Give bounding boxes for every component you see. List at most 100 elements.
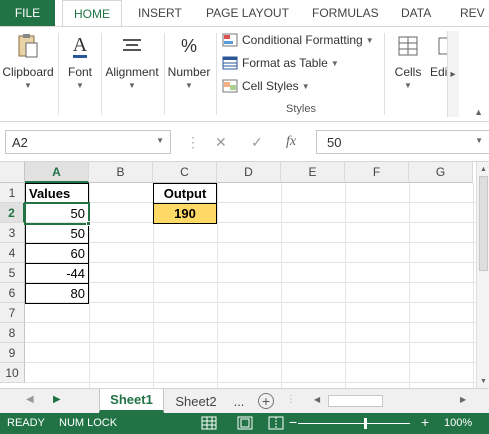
row-header-9[interactable]: 9 [0,343,25,363]
column-header-d[interactable]: D [217,162,281,183]
zoom-in-icon[interactable]: + [421,414,429,430]
row-header-6[interactable]: 6 [0,283,25,303]
cell-a4[interactable]: 60 [25,243,89,264]
font-label: Font [67,65,92,79]
row-header-7[interactable]: 7 [0,303,25,323]
sheet-tab-bar: ◀ ▶ Sheet1 Sheet2 ... + ⋮ ◀ ▶ [0,388,489,413]
ribbon-tab-bar: FILE HOME INSERT PAGE LAYOUT FORMULAS DA… [0,0,489,27]
cell-a1[interactable]: Values [25,183,89,204]
sheet-tab-sheet2[interactable]: Sheet2 [168,389,224,413]
row-header-3[interactable]: 3 [0,223,25,243]
tab-review[interactable]: REV [460,0,485,26]
clipboard-icon [13,31,43,61]
cell-styles-button[interactable]: Cell Styles ▼ [222,79,310,93]
cells-label: Cells [394,65,422,79]
cell-a2[interactable]: 50 [25,203,89,224]
name-box[interactable]: A2 ▼ [5,130,171,154]
row-header-10[interactable]: 10 [0,363,25,383]
scroll-right-icon[interactable]: ▶ [460,395,466,404]
tab-insert[interactable]: INSERT [138,0,182,26]
zoom-out-icon[interactable]: − [289,414,297,430]
add-sheet-icon[interactable]: + [258,393,274,409]
cancel-icon[interactable]: ✕ [215,134,227,151]
percent-icon: % [180,35,197,56]
zoom-level[interactable]: 100% [444,417,472,429]
font-group[interactable]: A Font ▼ [62,31,98,91]
divider [164,33,165,115]
chevron-down-icon: ▼ [301,81,310,91]
tab-split-icon[interactable]: ⋮ [286,394,296,405]
vertical-scroll-thumb[interactable] [479,176,488,271]
conditional-formatting-button[interactable]: Conditional Formatting ▼ [222,33,374,47]
format-as-table-button[interactable]: Format as Table ▼ [222,56,339,70]
formula-input[interactable]: 50 ▼ [316,130,489,154]
column-header-e[interactable]: E [281,162,345,183]
cell-c2[interactable]: 190 [153,203,217,224]
cell-styles-icon [222,79,238,93]
normal-view-icon[interactable] [201,416,217,430]
chevron-down-icon: ▼ [76,81,84,90]
row-header-4[interactable]: 4 [0,243,25,263]
row-header-8[interactable]: 8 [0,323,25,343]
divider [58,33,59,115]
page-break-view-icon[interactable] [268,416,284,430]
scroll-up-icon[interactable]: ▲ [477,163,489,175]
number-group[interactable]: % Number ▼ [166,31,212,91]
vertical-scrollbar[interactable]: ▲ ▼ [476,162,489,388]
chevron-down-icon: ▼ [330,58,339,68]
more-sheets-button[interactable]: ... [229,389,249,413]
enter-icon[interactable]: ✓ [251,134,263,151]
zoom-slider-knob[interactable] [364,418,367,429]
column-header-g[interactable]: G [409,162,473,183]
cell-a5[interactable]: -44 [25,263,89,284]
tab-home[interactable]: HOME [62,0,122,27]
cells-group[interactable]: Cells ▼ [390,31,426,90]
clipboard-label: Clipboard [2,65,54,79]
chevron-down-icon[interactable]: ▼ [475,136,483,145]
tab-page-layout[interactable]: PAGE LAYOUT [206,0,289,26]
status-ready: READY [7,417,45,429]
horizontal-scroll-thumb[interactable] [328,395,383,407]
zoom-slider[interactable] [298,423,410,424]
divider [384,33,385,115]
prev-sheet-icon[interactable]: ◀ [26,394,34,405]
tab-file[interactable]: FILE [0,0,55,26]
cell-a6[interactable]: 80 [25,283,89,304]
next-sheet-icon[interactable]: ▶ [53,394,61,405]
alignment-group[interactable]: Alignment ▼ [104,31,160,90]
worksheet-grid[interactable]: A B C D E F G 1 2 3 4 5 6 7 8 9 10 Value… [0,162,476,388]
column-header-a[interactable]: A [25,162,89,183]
scroll-left-icon[interactable]: ◀ [314,395,320,404]
name-box-value: A2 [12,134,28,150]
column-header-c[interactable]: C [153,162,217,183]
chevron-down-icon[interactable]: ▼ [156,136,164,145]
cell-a3[interactable]: 50 [25,223,89,244]
chevron-down-icon: ▼ [24,81,32,90]
row-header-2[interactable]: 2 [0,203,25,223]
fill-handle[interactable] [86,221,91,226]
format-as-table-label: Format as Table [242,56,328,70]
horizontal-scrollbar[interactable]: ◀ ▶ [310,394,472,408]
cell-c1[interactable]: Output [153,183,217,204]
styles-group-caption: Styles [286,103,316,115]
clipboard-group[interactable]: Clipboard ▼ [2,31,54,90]
column-header-f[interactable]: F [345,162,409,183]
excel-window: FILE HOME INSERT PAGE LAYOUT FORMULAS DA… [0,0,489,434]
tab-formulas[interactable]: FORMULAS [312,0,379,26]
row-header-1[interactable]: 1 [0,183,25,203]
chevron-down-icon: ▼ [185,81,193,90]
more-options-icon[interactable]: ⋮ [186,134,200,151]
chevron-right-icon[interactable]: ▸ [447,31,459,117]
insert-function-icon[interactable]: fx [286,134,296,150]
chevron-down-icon: ▼ [404,81,412,90]
page-layout-view-icon[interactable] [237,416,253,430]
tab-data[interactable]: DATA [401,0,431,26]
number-label: Number [167,65,211,79]
sheet-tab-sheet1[interactable]: Sheet1 [99,389,164,413]
select-all-corner[interactable] [0,162,25,183]
scroll-down-icon[interactable]: ▼ [477,375,489,387]
formula-bar: A2 ▼ ⋮ ✕ ✓ fx 50 ▼ [0,122,489,162]
collapse-ribbon-icon[interactable]: ▲ [474,107,483,117]
column-header-b[interactable]: B [89,162,153,183]
row-header-5[interactable]: 5 [0,263,25,283]
